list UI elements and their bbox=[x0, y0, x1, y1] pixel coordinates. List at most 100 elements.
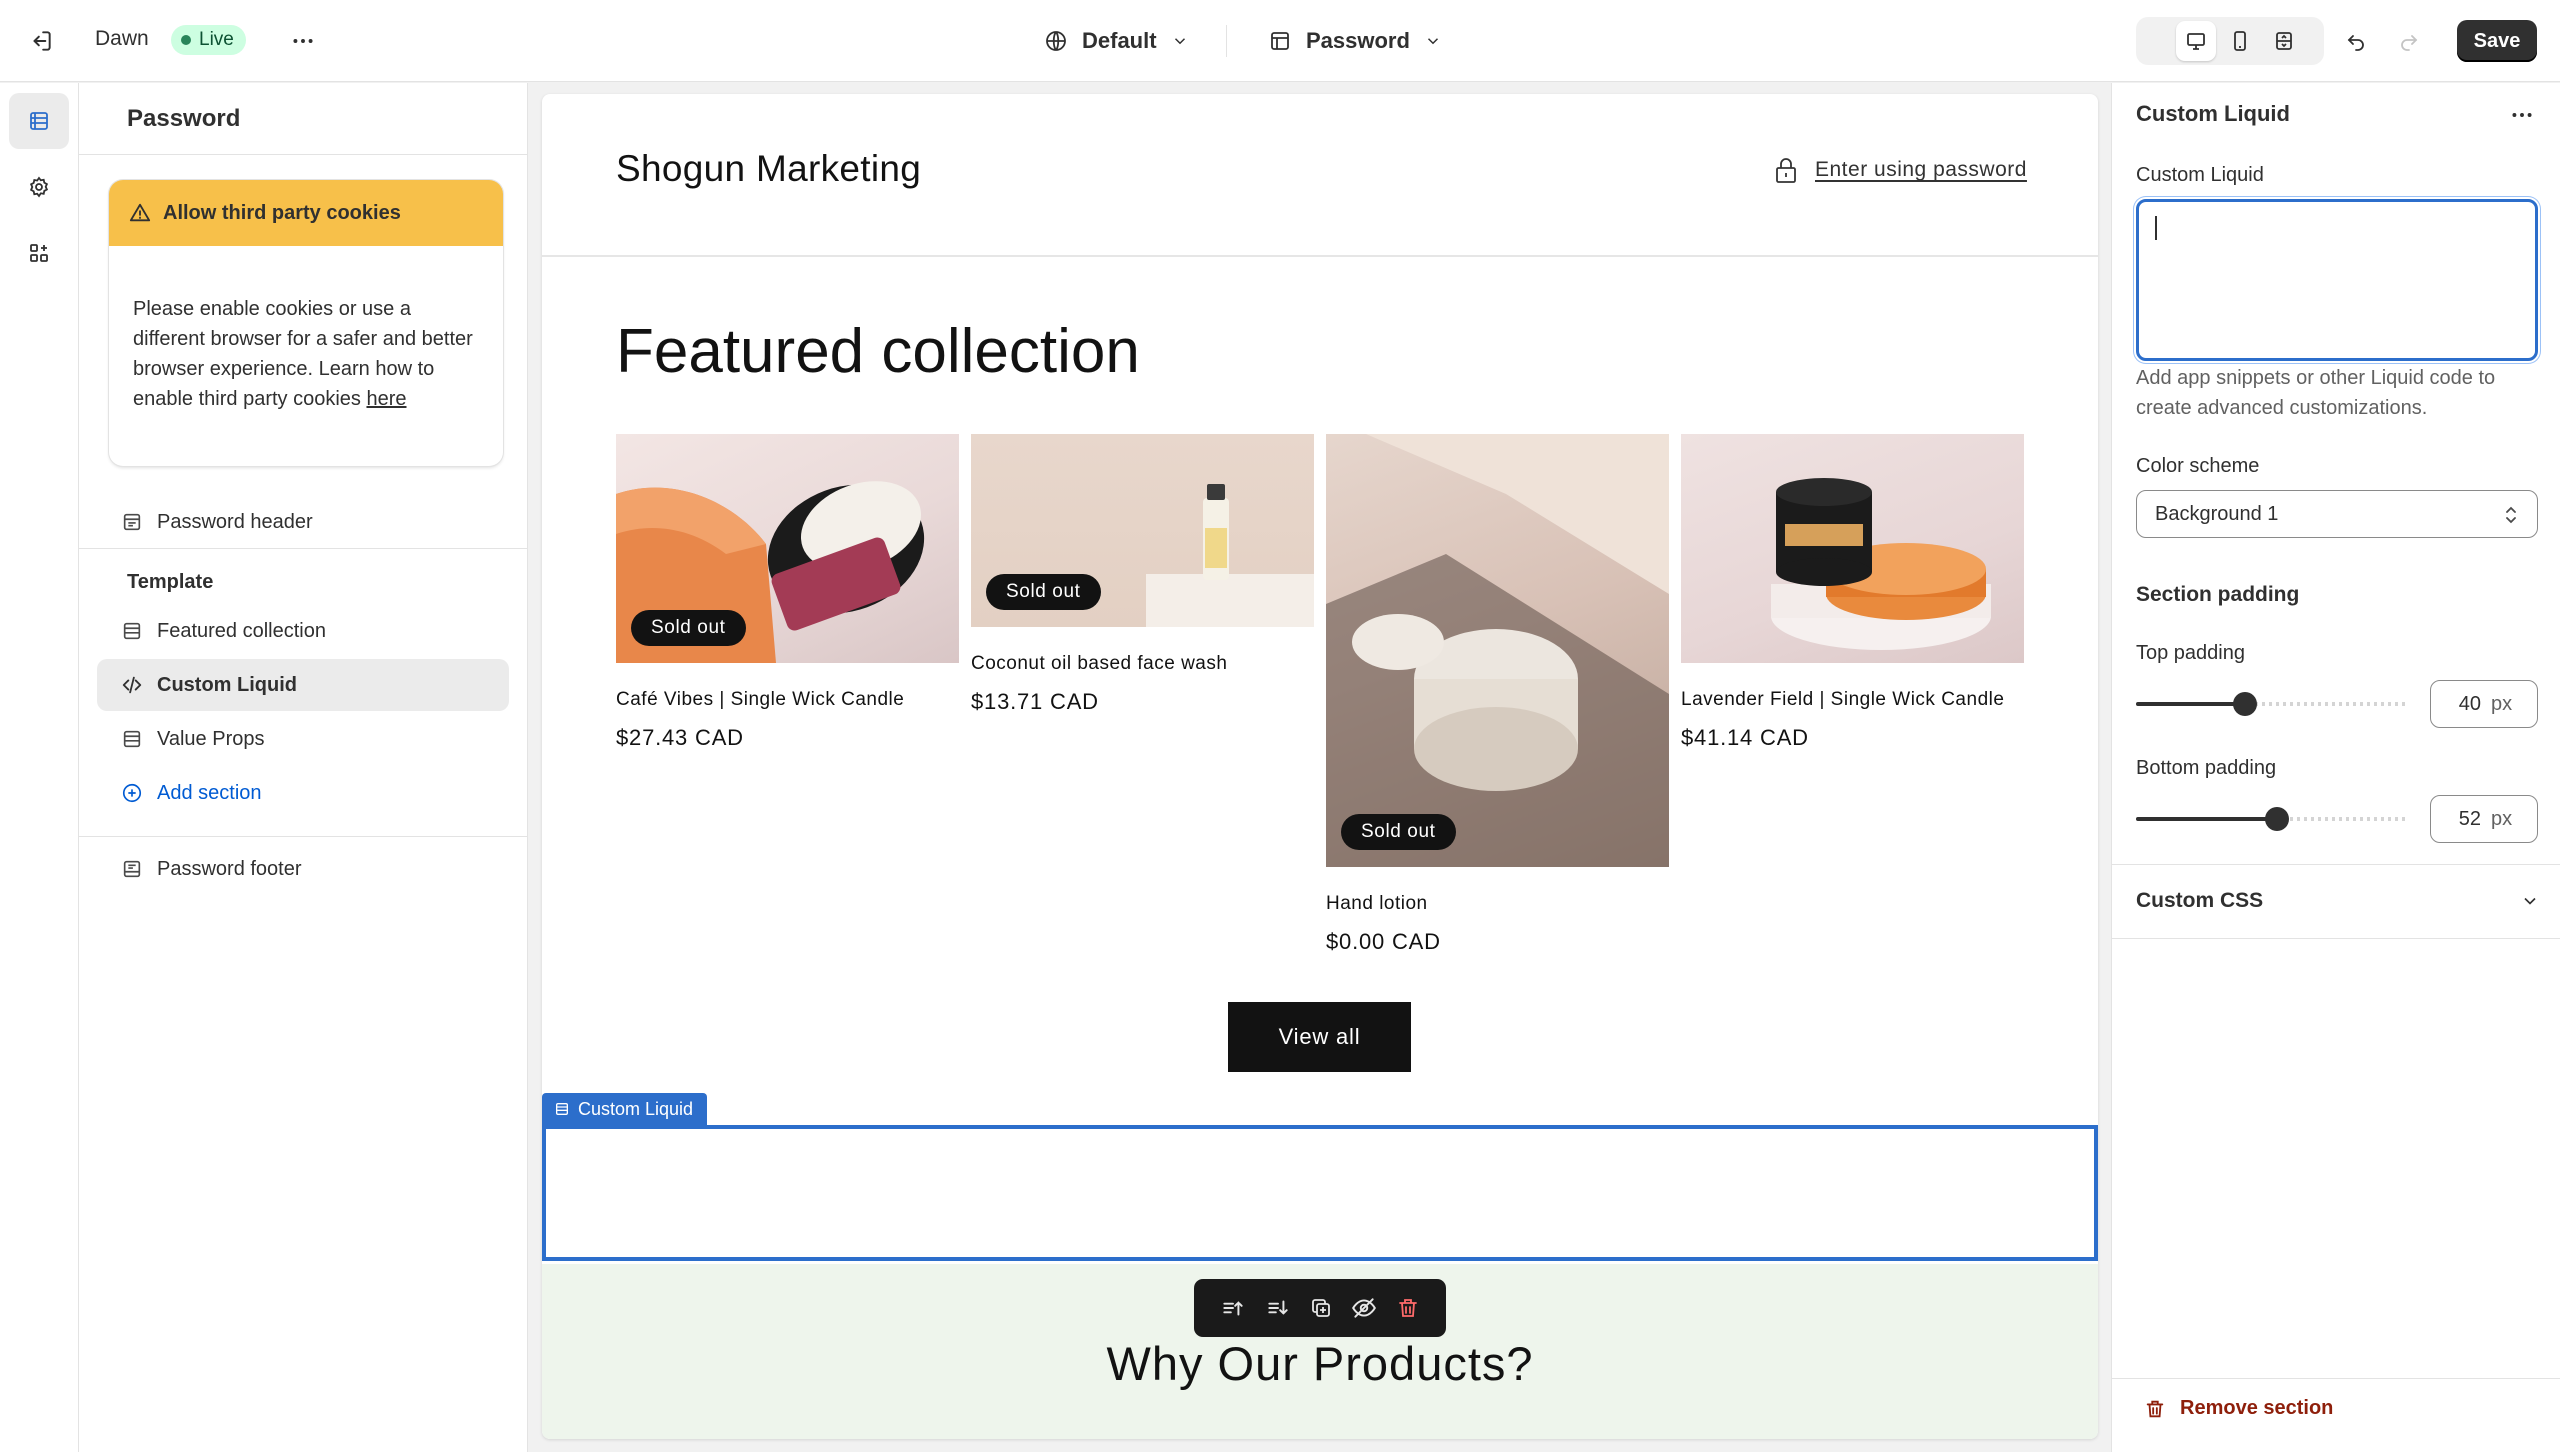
slider-thumb[interactable] bbox=[2265, 807, 2290, 831]
plus-circle-icon bbox=[122, 783, 142, 803]
enter-password-label: Enter using password bbox=[1815, 158, 2027, 181]
sidebar-item-password-footer[interactable]: Password footer bbox=[97, 843, 509, 895]
section-icon bbox=[123, 730, 141, 748]
product-title: Lavender Field | Single Wick Candle bbox=[1681, 689, 2005, 710]
product-card[interactable]: Sold out Hand lotion $0.00 CAD bbox=[1326, 434, 1669, 955]
selected-section-tag[interactable]: Custom Liquid bbox=[542, 1093, 708, 1125]
mobile-view-button[interactable] bbox=[2220, 21, 2260, 61]
cookie-warning-title: Allow third party cookies bbox=[163, 201, 401, 224]
custom-css-label: Custom CSS bbox=[2136, 889, 2264, 912]
product-title: Hand lotion bbox=[1326, 893, 1428, 914]
cookie-warning-body: Please enable cookies or use a different… bbox=[109, 246, 503, 414]
move-down-button[interactable] bbox=[1265, 1295, 1291, 1321]
sidebar-divider bbox=[79, 548, 528, 549]
product-price: $13.71 CAD bbox=[971, 689, 1099, 714]
sections-sidebar: Password Allow third party cookies Pleas… bbox=[79, 83, 528, 1452]
sold-out-badge: Sold out bbox=[986, 574, 1101, 610]
topbar-divider bbox=[1226, 25, 1227, 57]
desktop-view-button[interactable] bbox=[2176, 21, 2216, 61]
settings-more-button[interactable] bbox=[2502, 95, 2542, 135]
cookie-help-link[interactable]: here bbox=[366, 388, 406, 410]
cookie-warning-header: Allow third party cookies bbox=[109, 180, 503, 246]
top-padding-slider[interactable] bbox=[2136, 692, 2408, 716]
slider-thumb[interactable] bbox=[2232, 692, 2257, 716]
sidebar-item-featured-collection[interactable]: Featured collection bbox=[97, 605, 509, 657]
live-badge-label: Live bbox=[199, 29, 234, 50]
gear-icon bbox=[29, 176, 49, 198]
delete-button[interactable] bbox=[1396, 1296, 1420, 1320]
exit-button[interactable] bbox=[19, 19, 63, 63]
bottom-padding-slider[interactable] bbox=[2136, 807, 2408, 831]
move-up-button[interactable] bbox=[1220, 1295, 1246, 1321]
sidebar-item-password-header[interactable]: Password header bbox=[97, 496, 509, 548]
sidebar-item-label: Value Props bbox=[157, 727, 265, 750]
section-floating-toolbar bbox=[1194, 1279, 1446, 1337]
warning-icon bbox=[129, 203, 151, 222]
more-actions-button[interactable] bbox=[281, 19, 325, 63]
selected-section-tag-label: Custom Liquid bbox=[578, 1098, 694, 1119]
bottom-padding-input[interactable]: 52 px bbox=[2430, 795, 2538, 843]
device-view-group bbox=[2136, 17, 2324, 65]
sections-rail-button[interactable] bbox=[9, 93, 69, 149]
sections-icon bbox=[30, 112, 48, 130]
slider-fill bbox=[2136, 817, 2278, 821]
custom-css-toggle[interactable]: Custom CSS bbox=[2136, 889, 2540, 913]
globe-icon bbox=[1046, 31, 1066, 51]
duplicate-button[interactable] bbox=[1309, 1296, 1333, 1320]
sidebar-title: Password bbox=[127, 105, 241, 132]
bottom-padding-label: Bottom padding bbox=[2136, 757, 2277, 779]
value-props-heading: Why Our Products? bbox=[1106, 1337, 1534, 1390]
lock-icon bbox=[1776, 158, 1796, 183]
chevron-down-icon bbox=[2524, 897, 2536, 905]
preset-selector[interactable]: Default bbox=[1034, 19, 1199, 63]
sidebar-item-custom-liquid[interactable]: Custom Liquid bbox=[97, 659, 509, 711]
top-padding-input[interactable]: 40 px bbox=[2430, 680, 2538, 728]
hide-button[interactable] bbox=[1351, 1295, 1377, 1321]
settings-divider bbox=[2112, 864, 2560, 865]
more-horizontal-icon bbox=[2512, 113, 2532, 117]
sidebar-item-value-props[interactable]: Value Props bbox=[97, 713, 509, 765]
product-image bbox=[1681, 434, 2024, 663]
sold-out-badge: Sold out bbox=[631, 610, 746, 646]
sidebar-item-label: Featured collection bbox=[157, 619, 326, 642]
add-section-label: Add section bbox=[157, 781, 262, 804]
sidebar-item-label: Custom Liquid bbox=[157, 673, 297, 696]
product-price: $27.43 CAD bbox=[616, 725, 744, 750]
section-padding-heading: Section padding bbox=[2136, 583, 2300, 606]
lavender-candle-image bbox=[1771, 478, 1991, 650]
custom-liquid-code-input[interactable] bbox=[2136, 199, 2538, 361]
view-all-button[interactable]: View all bbox=[1228, 1002, 1411, 1072]
expand-icon bbox=[2276, 32, 2292, 50]
color-scheme-label: Color scheme bbox=[2136, 455, 2260, 477]
custom-liquid-help-text: Add app snippets or other Liquid code to… bbox=[2136, 367, 2496, 419]
template-group-label: Template bbox=[127, 571, 214, 593]
custom-liquid-field-label: Custom Liquid bbox=[2136, 164, 2264, 186]
apps-rail-button[interactable] bbox=[9, 225, 69, 281]
top-padding-label: Top padding bbox=[2136, 642, 2245, 664]
header-divider bbox=[542, 255, 2098, 257]
exit-icon bbox=[33, 31, 51, 51]
theme-settings-rail-button[interactable] bbox=[9, 159, 69, 215]
product-card[interactable]: Sold out Coconut oil based face wash $13… bbox=[971, 434, 1314, 715]
remove-section-button[interactable]: Remove section bbox=[2144, 1397, 2333, 1420]
redo-button[interactable] bbox=[2387, 19, 2431, 63]
trash-icon bbox=[2146, 1400, 2164, 1417]
undo-button[interactable] bbox=[2334, 19, 2378, 63]
product-card[interactable]: Lavender Field | Single Wick Candle $41.… bbox=[1681, 434, 2024, 751]
custom-liquid-section-outline[interactable] bbox=[542, 1125, 2098, 1261]
live-badge: Live bbox=[171, 25, 246, 55]
save-button[interactable]: Save bbox=[2457, 20, 2537, 62]
select-arrows-icon bbox=[2506, 506, 2516, 524]
featured-collection-heading: Featured collection bbox=[616, 317, 1140, 386]
fullwidth-view-button[interactable] bbox=[2264, 21, 2304, 61]
enter-password-link[interactable]: Enter using password bbox=[1775, 156, 2027, 184]
product-card[interactable]: Sold out Café Vibes | Single Wick Candle… bbox=[616, 434, 959, 751]
sidebar-divider bbox=[79, 154, 528, 155]
section-icon bbox=[556, 1103, 568, 1115]
color-scheme-select[interactable]: Background 1 bbox=[2136, 490, 2538, 538]
add-section-button[interactable]: Add section bbox=[97, 767, 509, 819]
section-settings-panel: Custom Liquid Custom Liquid Add app snip… bbox=[2111, 83, 2560, 1452]
settings-divider bbox=[2112, 938, 2560, 939]
sidebar-divider bbox=[79, 836, 528, 837]
template-selector[interactable]: Password bbox=[1258, 19, 1452, 63]
